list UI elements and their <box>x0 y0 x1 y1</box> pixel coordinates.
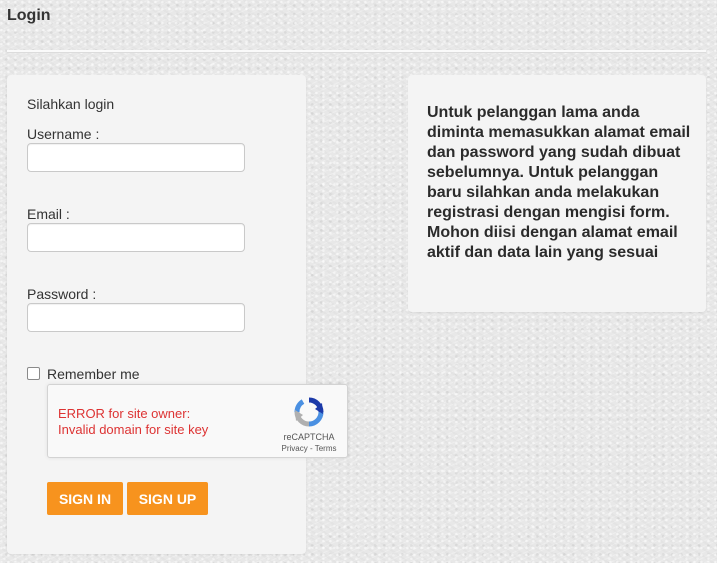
sign-up-button[interactable]: SIGN UP <box>127 482 208 515</box>
recaptcha-terms-link[interactable]: Terms <box>315 444 337 453</box>
password-input[interactable] <box>27 303 245 332</box>
remember-me-label[interactable]: Remember me <box>47 366 140 382</box>
recaptcha-links: Privacy - Terms <box>278 444 340 453</box>
remember-me-checkbox[interactable] <box>27 367 40 380</box>
info-text: Untuk pelanggan lama anda diminta memasu… <box>427 104 691 261</box>
recaptcha-brand: reCAPTCHA <box>283 432 335 442</box>
recaptcha-logo-icon <box>292 395 326 429</box>
recaptcha-error-line2: Invalid domain for site key <box>58 422 209 437</box>
page-title: Login <box>7 7 51 24</box>
recaptcha-privacy-link[interactable]: Privacy <box>282 444 308 453</box>
login-panel: Silahkan login Username : Email : Passwo… <box>7 75 348 554</box>
login-heading: Silahkan login <box>27 96 115 112</box>
recaptcha-widget: ERROR for site owner: Invalid domain for… <box>47 384 348 458</box>
info-panel: Untuk pelanggan lama anda diminta memasu… <box>408 75 706 312</box>
email-label: Email : <box>27 206 70 222</box>
title-divider <box>7 50 706 53</box>
recaptcha-error-line1: ERROR for site owner: <box>58 406 191 421</box>
sign-in-button[interactable]: SIGN IN <box>47 482 123 515</box>
recaptcha-link-separator: - <box>307 444 315 453</box>
username-input[interactable] <box>27 143 245 172</box>
recaptcha-error: ERROR for site owner: Invalid domain for… <box>58 406 208 438</box>
email-input[interactable] <box>27 223 245 252</box>
password-label: Password : <box>27 286 97 302</box>
username-label: Username : <box>27 126 100 142</box>
